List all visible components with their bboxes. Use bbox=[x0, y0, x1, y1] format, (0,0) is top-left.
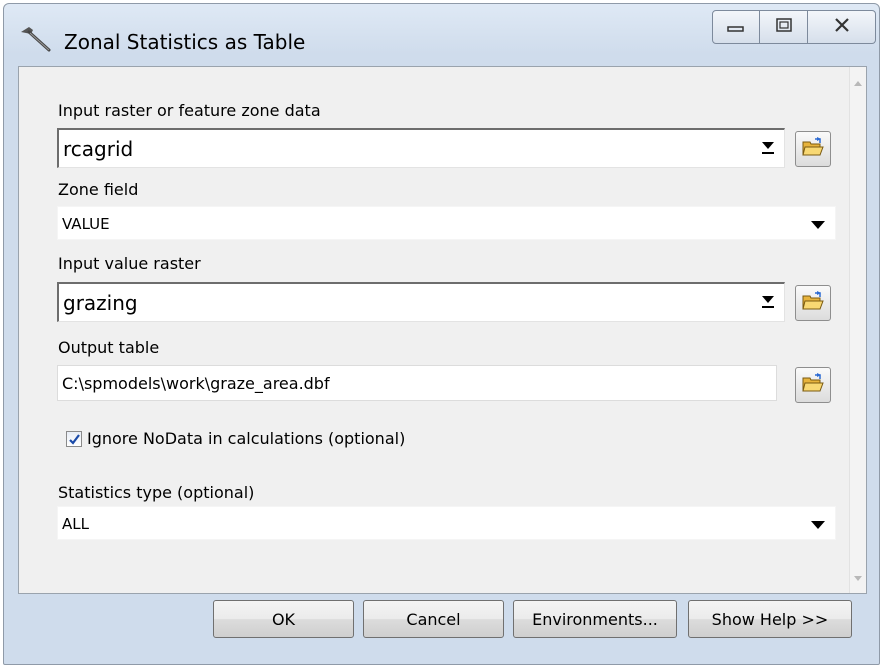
vertical-scrollbar[interactable] bbox=[849, 67, 866, 593]
scroll-down-icon[interactable] bbox=[854, 576, 862, 581]
value-raster-label: Input value raster bbox=[58, 254, 201, 273]
chevron-down-icon[interactable] bbox=[762, 142, 774, 154]
value-raster-browse-button[interactable] bbox=[795, 285, 831, 321]
caption-buttons bbox=[712, 10, 876, 46]
input-raster-label: Input raster or feature zone data bbox=[58, 101, 321, 120]
dialog-content: Input raster or feature zone data rcagri… bbox=[18, 66, 867, 594]
chevron-down-icon[interactable] bbox=[811, 221, 825, 229]
close-button[interactable] bbox=[808, 10, 876, 44]
maximize-icon bbox=[775, 17, 793, 37]
folder-open-icon bbox=[802, 291, 824, 315]
checkmark-icon bbox=[69, 434, 80, 445]
close-icon bbox=[833, 17, 851, 37]
input-raster-combo[interactable]: rcagrid bbox=[57, 128, 785, 168]
ignore-nodata-checkbox[interactable] bbox=[66, 431, 82, 447]
output-table-input[interactable]: C:\spmodels\work\graze_area.dbf bbox=[57, 365, 777, 401]
hammer-tool-icon bbox=[19, 26, 53, 52]
input-raster-browse-button[interactable] bbox=[795, 131, 831, 167]
zone-field-select[interactable]: VALUE bbox=[57, 206, 836, 240]
chevron-down-icon[interactable] bbox=[762, 296, 774, 308]
minimize-button[interactable] bbox=[712, 10, 760, 44]
statistics-type-select[interactable]: ALL bbox=[57, 506, 836, 540]
environments-button[interactable]: Environments... bbox=[513, 600, 677, 638]
output-table-label: Output table bbox=[58, 338, 160, 357]
chevron-down-icon[interactable] bbox=[811, 521, 825, 529]
minimize-icon bbox=[727, 18, 745, 37]
dialog-window: Zonal Statistics as Table Input raster o… bbox=[3, 3, 880, 665]
zone-field-value: VALUE bbox=[62, 215, 110, 233]
maximize-button[interactable] bbox=[760, 10, 808, 44]
cancel-button[interactable]: Cancel bbox=[363, 600, 504, 638]
input-raster-value: rcagrid bbox=[63, 137, 134, 161]
show-help-button[interactable]: Show Help >> bbox=[688, 600, 852, 638]
ignore-nodata-label[interactable]: Ignore NoData in calculations (optional) bbox=[87, 429, 405, 448]
output-table-value: C:\spmodels\work\graze_area.dbf bbox=[62, 374, 330, 393]
window-title: Zonal Statistics as Table bbox=[64, 30, 306, 54]
output-table-browse-button[interactable] bbox=[795, 367, 831, 403]
scroll-up-icon[interactable] bbox=[854, 81, 862, 86]
title-bar[interactable]: Zonal Statistics as Table bbox=[4, 4, 879, 66]
statistics-type-label: Statistics type (optional) bbox=[58, 483, 255, 502]
zone-field-label: Zone field bbox=[58, 180, 139, 199]
value-raster-combo[interactable]: grazing bbox=[57, 282, 785, 322]
folder-open-icon bbox=[802, 373, 824, 397]
folder-open-icon bbox=[802, 137, 824, 161]
statistics-type-value: ALL bbox=[62, 515, 89, 533]
value-raster-value: grazing bbox=[63, 291, 138, 315]
ok-button[interactable]: OK bbox=[213, 600, 354, 638]
